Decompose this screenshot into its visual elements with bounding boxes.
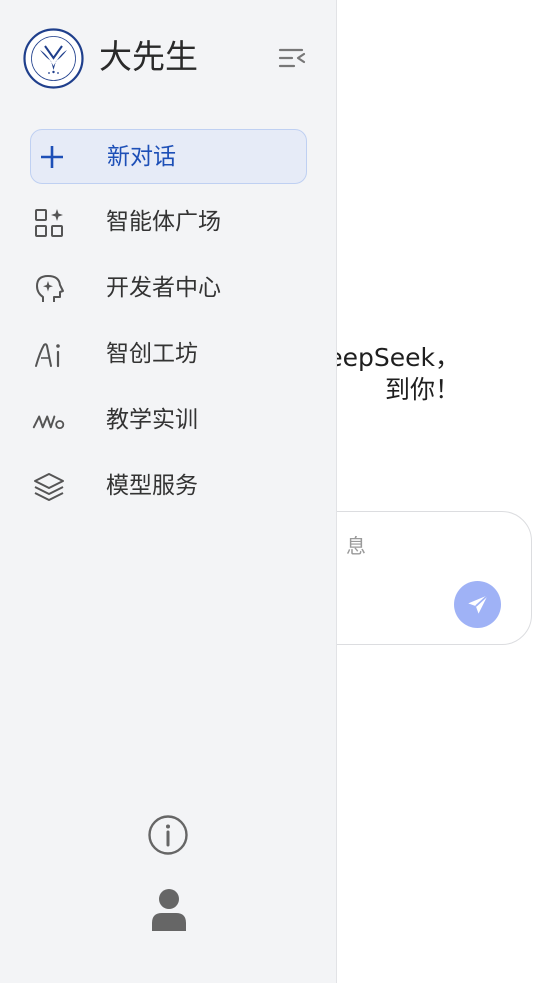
info-icon[interactable]	[147, 814, 189, 856]
sidebar-item-teaching-training[interactable]: 教学实训	[30, 395, 307, 445]
sidebar-item-label: 智创工坊	[106, 341, 198, 367]
apps-grid-icon	[35, 209, 63, 237]
plus-icon	[41, 146, 63, 168]
sidebar-item-label: 开发者中心	[106, 275, 221, 301]
sidebar-item-creative-workshop[interactable]: 智创工坊	[30, 329, 307, 379]
sidebar-item-label: 智能体广场	[106, 209, 221, 235]
zju-emblem-logo	[23, 28, 84, 89]
new-chat-label: 新对话	[107, 144, 176, 170]
sidebar-item-developer-center[interactable]: 开发者中心	[30, 263, 307, 313]
collapse-sidebar-icon[interactable]	[278, 46, 306, 70]
sidebar: 大先生 新对话 智能体广场 开发者中心 智创工坊 教学实训 模型服务	[0, 0, 337, 983]
sidebar-item-agent-square[interactable]: 智能体广场	[30, 197, 307, 247]
send-button[interactable]	[454, 581, 501, 628]
sidebar-item-label: 模型服务	[106, 473, 198, 499]
user-icon[interactable]	[150, 887, 188, 931]
brain-head-icon	[36, 275, 64, 302]
sidebar-item-model-service[interactable]: 模型服务	[30, 461, 307, 511]
layers-icon	[34, 473, 64, 501]
sidebar-item-label: 教学实训	[106, 407, 198, 433]
new-chat-button[interactable]: 新对话	[30, 129, 307, 184]
send-icon	[467, 594, 488, 614]
brand-name: 大先生	[99, 37, 198, 76]
ai-text-icon	[35, 343, 60, 368]
mo-logo-icon	[32, 415, 65, 430]
